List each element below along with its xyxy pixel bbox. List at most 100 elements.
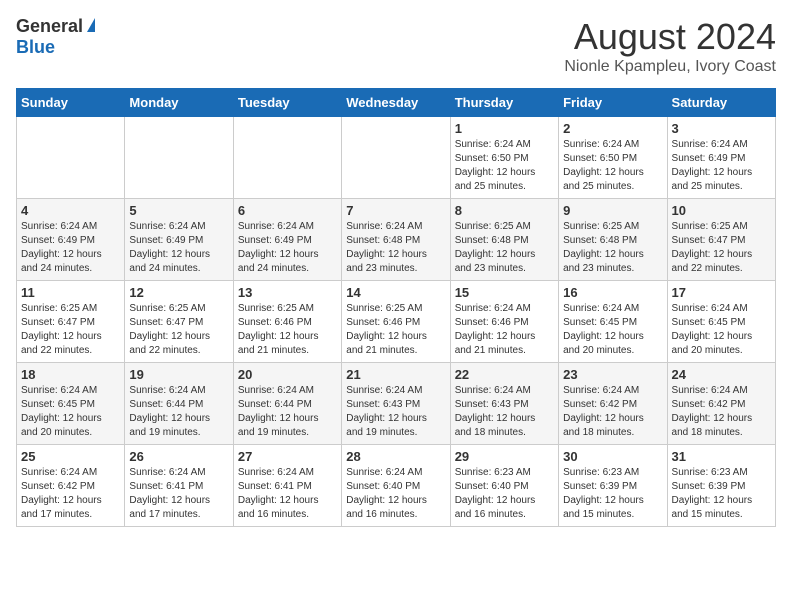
day-info: Sunrise: 6:24 AM Sunset: 6:49 PM Dayligh… [238,220,337,276]
day-number: 9 [563,203,662,218]
day-number: 29 [455,449,554,464]
logo: General Blue [16,16,95,58]
header-saturday: Saturday [667,89,775,117]
day-info: Sunrise: 6:24 AM Sunset: 6:42 PM Dayligh… [21,466,120,522]
calendar-cell: 20 Sunrise: 6:24 AM Sunset: 6:44 PM Dayli… [233,363,341,445]
calendar-cell: 19Sunrise: 6:24 AM Sunset: 6:44 PM Dayli… [125,363,233,445]
calendar-cell: 31Sunrise: 6:23 AM Sunset: 6:39 PM Dayli… [667,445,775,527]
day-number: 7 [346,203,445,218]
day-number: 10 [672,203,771,218]
calendar-cell: 7 Sunrise: 6:24 AM Sunset: 6:48 PM Daylig… [342,199,450,281]
calendar-cell: 18 Sunrise: 6:24 AM Sunset: 6:45 PM Dayli… [17,363,125,445]
calendar-cell: 16Sunrise: 6:24 AM Sunset: 6:45 PM Dayli… [559,281,667,363]
day-number: 24 [672,367,771,382]
day-info: Sunrise: 6:24 AM Sunset: 6:41 PM Dayligh… [238,466,337,522]
day-info: Sunrise: 6:24 AM Sunset: 6:41 PM Dayligh… [129,466,228,522]
calendar-cell: 14Sunrise: 6:25 AM Sunset: 6:46 PM Dayli… [342,281,450,363]
day-info: Sunrise: 6:24 AM Sunset: 6:44 PM Dayligh… [238,384,337,440]
logo-triangle-icon [87,18,95,32]
calendar-cell: 28 Sunrise: 6:24 AM Sunset: 6:40 PM Dayli… [342,445,450,527]
day-info: Sunrise: 6:25 AM Sunset: 6:46 PM Dayligh… [238,302,337,358]
day-number: 3 [672,121,771,136]
day-number: 27 [238,449,337,464]
day-number: 21 [346,367,445,382]
day-info: Sunrise: 6:24 AM Sunset: 6:44 PM Dayligh… [129,384,228,440]
calendar-cell: 5 Sunrise: 6:24 AM Sunset: 6:49 PM Daylig… [125,199,233,281]
calendar-cell: 6 Sunrise: 6:24 AM Sunset: 6:49 PM Daylig… [233,199,341,281]
calendar-cell: 2 Sunrise: 6:24 AM Sunset: 6:50 PM Daylig… [559,117,667,199]
day-number: 26 [129,449,228,464]
header: General Blue August 2024 Nionle Kpampleu… [16,16,776,76]
day-info: Sunrise: 6:24 AM Sunset: 6:46 PM Dayligh… [455,302,554,358]
day-number: 12 [129,285,228,300]
header-tuesday: Tuesday [233,89,341,117]
logo-blue: Blue [16,37,55,58]
calendar-cell: 13 Sunrise: 6:25 AM Sunset: 6:46 PM Dayli… [233,281,341,363]
day-info: Sunrise: 6:24 AM Sunset: 6:43 PM Dayligh… [346,384,445,440]
day-info: Sunrise: 6:24 AM Sunset: 6:42 PM Dayligh… [563,384,662,440]
day-info: Sunrise: 6:25 AM Sunset: 6:48 PM Dayligh… [563,220,662,276]
day-info: Sunrise: 6:24 AM Sunset: 6:40 PM Dayligh… [346,466,445,522]
calendar-cell: 11 Sunrise: 6:25 AM Sunset: 6:47 PM Dayli… [17,281,125,363]
calendar-cell: 27 Sunrise: 6:24 AM Sunset: 6:41 PM Dayli… [233,445,341,527]
day-info: Sunrise: 6:24 AM Sunset: 6:49 PM Dayligh… [672,138,771,194]
calendar-cell: 12 Sunrise: 6:25 AM Sunset: 6:47 PM Dayli… [125,281,233,363]
day-number: 4 [21,203,120,218]
day-number: 13 [238,285,337,300]
calendar-cell: 24 Sunrise: 6:24 AM Sunset: 6:42 PM Dayli… [667,363,775,445]
calendar-header-row: SundayMondayTuesdayWednesdayThursdayFrid… [17,89,776,117]
day-info: Sunrise: 6:24 AM Sunset: 6:42 PM Dayligh… [672,384,771,440]
day-info: Sunrise: 6:25 AM Sunset: 6:48 PM Dayligh… [455,220,554,276]
day-number: 30 [563,449,662,464]
day-info: Sunrise: 6:24 AM Sunset: 6:48 PM Dayligh… [346,220,445,276]
calendar-cell: 17Sunrise: 6:24 AM Sunset: 6:45 PM Dayli… [667,281,775,363]
day-info: Sunrise: 6:24 AM Sunset: 6:45 PM Dayligh… [21,384,120,440]
day-info: Sunrise: 6:23 AM Sunset: 6:40 PM Dayligh… [455,466,554,522]
month-title: August 2024 [564,16,776,58]
location-title: Nionle Kpampleu, Ivory Coast [564,58,776,76]
day-number: 25 [21,449,120,464]
day-number: 16 [563,285,662,300]
calendar-cell: 1Sunrise: 6:24 AM Sunset: 6:50 PM Daylig… [450,117,558,199]
calendar-cell: 9 Sunrise: 6:25 AM Sunset: 6:48 PM Daylig… [559,199,667,281]
header-friday: Friday [559,89,667,117]
calendar-cell [342,117,450,199]
calendar-cell [233,117,341,199]
day-number: 15 [455,285,554,300]
day-number: 14 [346,285,445,300]
calendar-cell: 29 Sunrise: 6:23 AM Sunset: 6:40 PM Dayli… [450,445,558,527]
day-number: 18 [21,367,120,382]
day-number: 2 [563,121,662,136]
calendar-cell: 26 Sunrise: 6:24 AM Sunset: 6:41 PM Dayli… [125,445,233,527]
calendar-cell: 10 Sunrise: 6:25 AM Sunset: 6:47 PM Dayli… [667,199,775,281]
calendar-cell: 4Sunrise: 6:24 AM Sunset: 6:49 PM Daylig… [17,199,125,281]
calendar-week-row: 18 Sunrise: 6:24 AM Sunset: 6:45 PM Dayli… [17,363,776,445]
day-info: Sunrise: 6:24 AM Sunset: 6:45 PM Dayligh… [672,302,771,358]
header-wednesday: Wednesday [342,89,450,117]
day-number: 6 [238,203,337,218]
day-number: 23 [563,367,662,382]
header-monday: Monday [125,89,233,117]
calendar-cell: 21 Sunrise: 6:24 AM Sunset: 6:43 PM Dayli… [342,363,450,445]
header-thursday: Thursday [450,89,558,117]
calendar-cell: 8 Sunrise: 6:25 AM Sunset: 6:48 PM Daylig… [450,199,558,281]
day-number: 11 [21,285,120,300]
day-info: Sunrise: 6:25 AM Sunset: 6:47 PM Dayligh… [21,302,120,358]
day-number: 1 [455,121,554,136]
day-info: Sunrise: 6:24 AM Sunset: 6:50 PM Dayligh… [563,138,662,194]
day-info: Sunrise: 6:25 AM Sunset: 6:47 PM Dayligh… [672,220,771,276]
calendar-cell: 25 Sunrise: 6:24 AM Sunset: 6:42 PM Dayli… [17,445,125,527]
day-number: 20 [238,367,337,382]
day-info: Sunrise: 6:25 AM Sunset: 6:47 PM Dayligh… [129,302,228,358]
day-number: 8 [455,203,554,218]
day-info: Sunrise: 6:24 AM Sunset: 6:49 PM Dayligh… [129,220,228,276]
calendar-cell: 22Sunrise: 6:24 AM Sunset: 6:43 PM Dayli… [450,363,558,445]
calendar-table: SundayMondayTuesdayWednesdayThursdayFrid… [16,88,776,527]
calendar-cell: 15 Sunrise: 6:24 AM Sunset: 6:46 PM Dayli… [450,281,558,363]
day-number: 5 [129,203,228,218]
calendar-week-row: 4 Sunrise: 6:24 AM Sunset: 6:49 PM Daylig… [17,199,776,281]
calendar-week-row: 1 Sunrise: 6:24 AM Sunset: 6:50 PM Daylig… [17,117,776,199]
header-sunday: Sunday [17,89,125,117]
calendar-cell: 3 Sunrise: 6:24 AM Sunset: 6:49 PM Daylig… [667,117,775,199]
day-number: 28 [346,449,445,464]
